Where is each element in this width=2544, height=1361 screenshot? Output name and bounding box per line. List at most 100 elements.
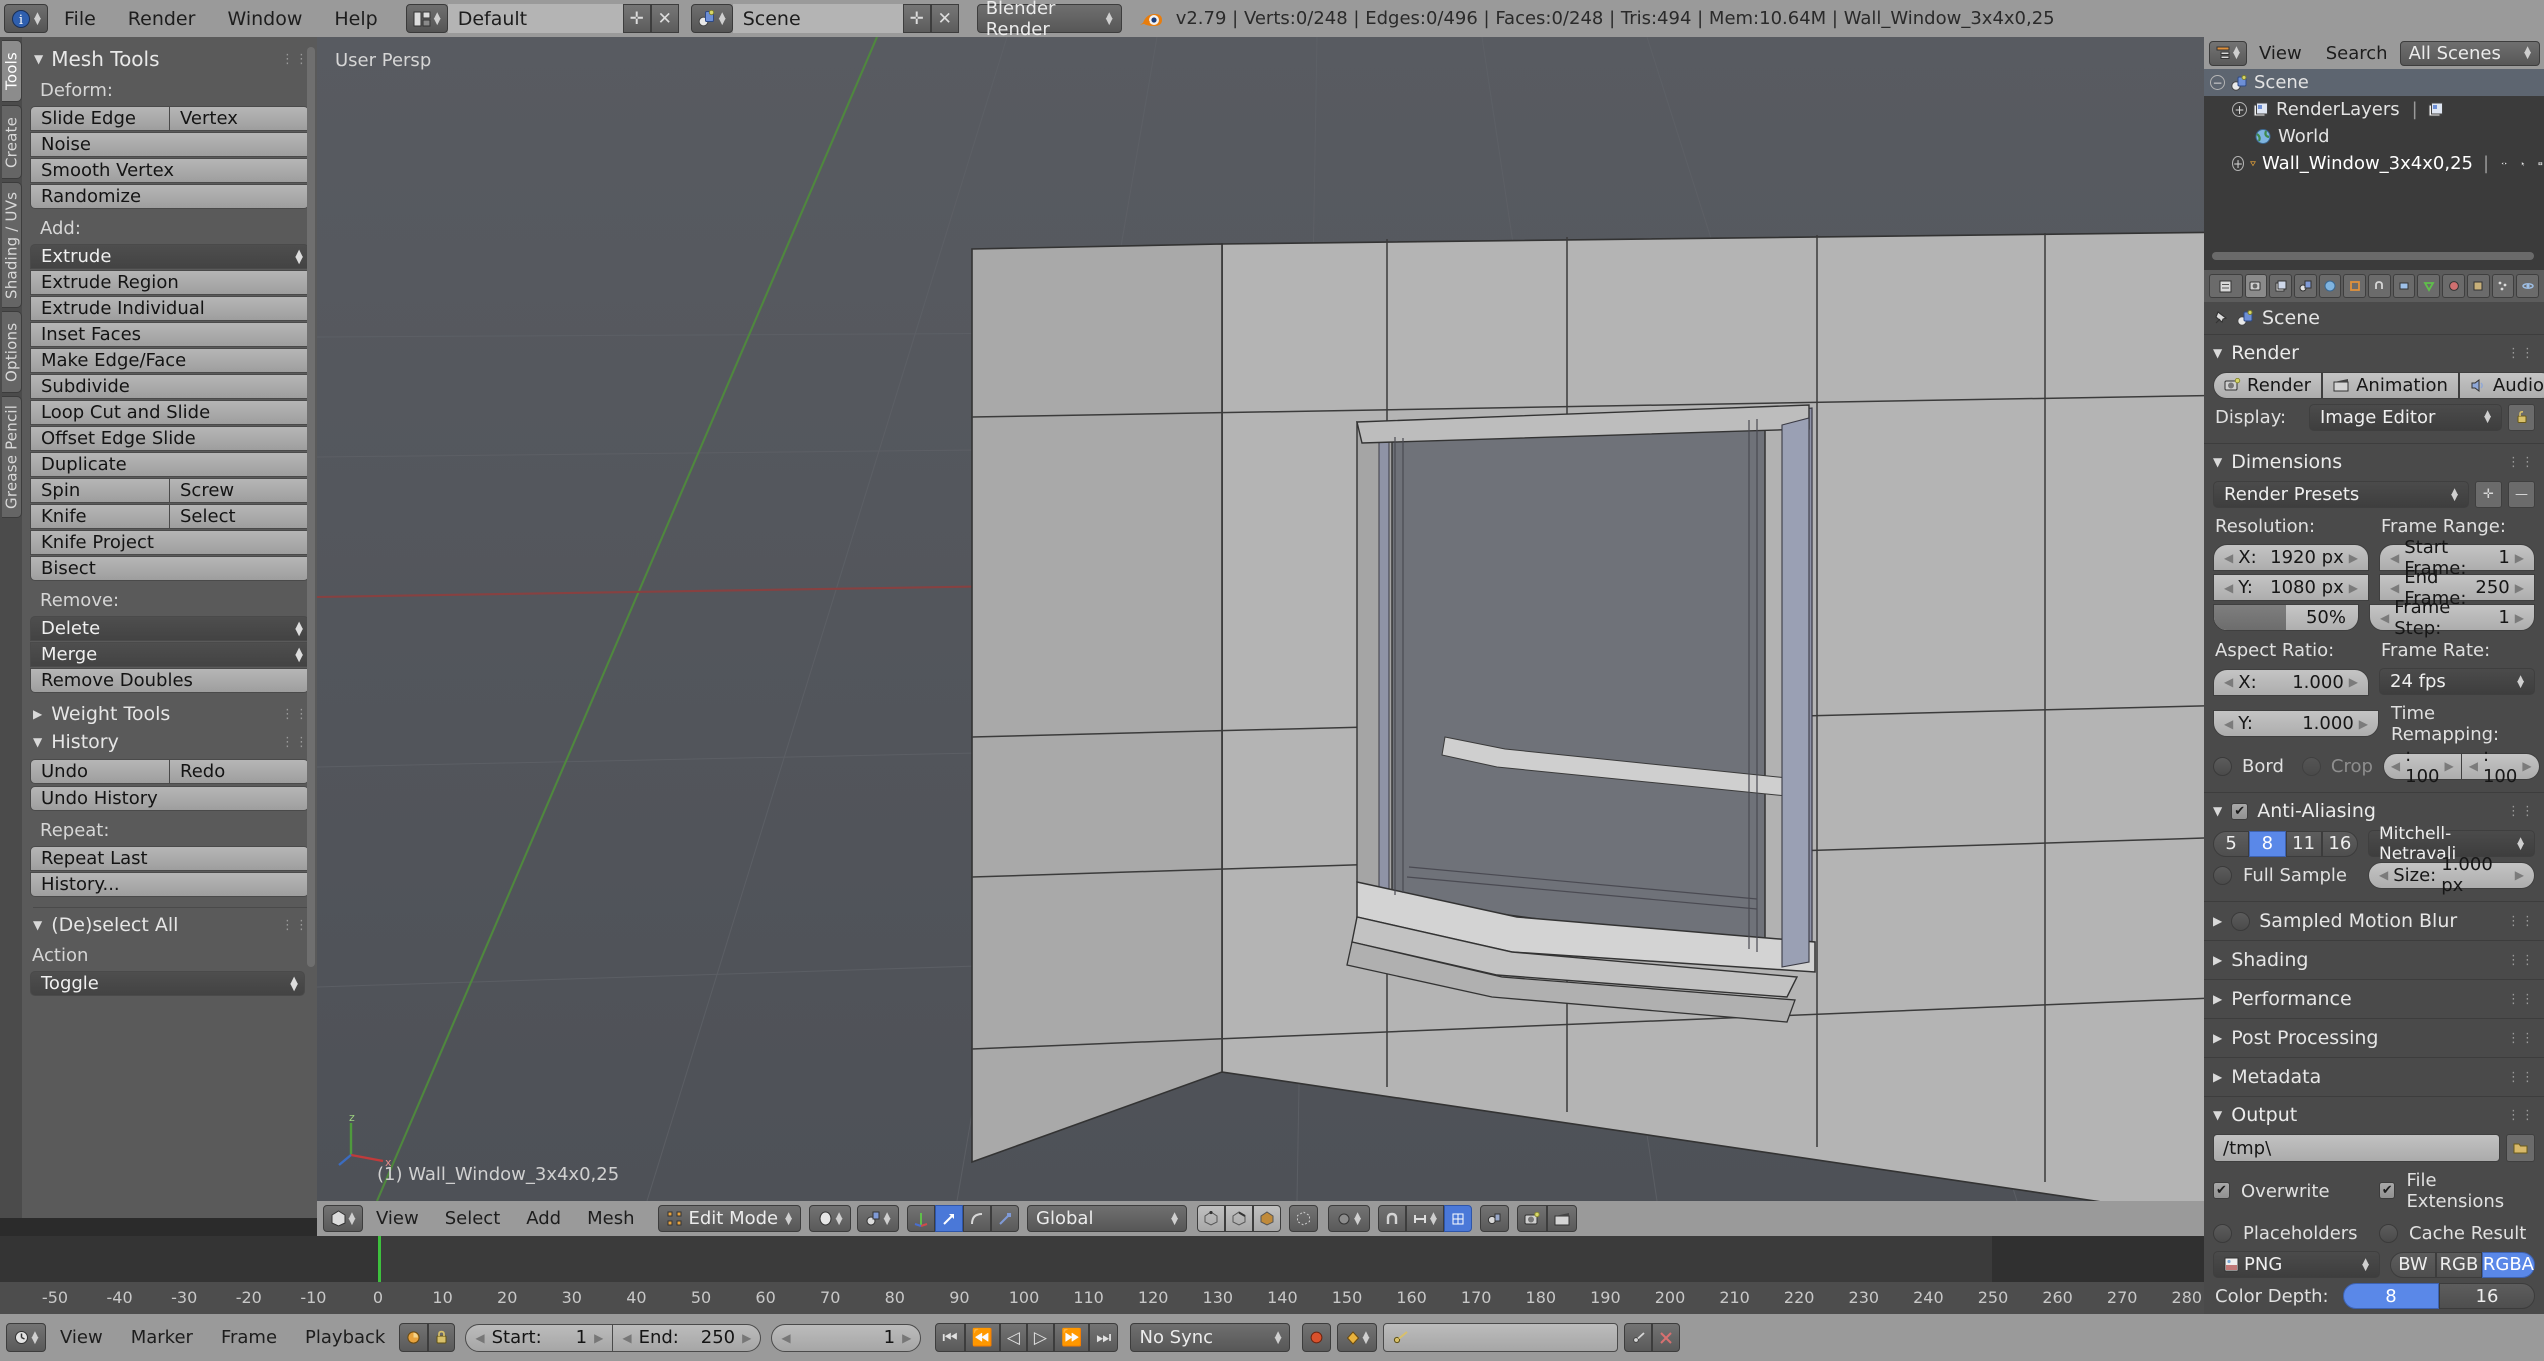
btn-extrude-region[interactable]: Extrude Region: [30, 270, 309, 295]
viewport-menu-select[interactable]: Select: [432, 1208, 514, 1229]
browse-folder-button[interactable]: [2506, 1134, 2535, 1162]
info-editor-type-button[interactable]: i ▲ ▼: [4, 4, 48, 33]
vertex-select-button[interactable]: [1197, 1205, 1226, 1232]
aspect-x-field[interactable]: ◀ X: 1.000 ▶: [2213, 668, 2369, 696]
camera-icon[interactable]: [2538, 156, 2544, 171]
decrement-arrow-icon[interactable]: ◀: [2224, 675, 2233, 689]
decrement-arrow-icon[interactable]: ◀: [2224, 551, 2233, 565]
viewport-shading-button[interactable]: ▲ ▼: [809, 1205, 852, 1232]
tab-render-layers[interactable]: [2269, 274, 2292, 298]
playhead-line[interactable]: [378, 1236, 381, 1282]
delete-scene-button[interactable]: ✕: [930, 4, 959, 33]
aa-size-field[interactable]: ◀ Size: 1.000 px ▶: [2368, 854, 2535, 896]
aa-sample-5[interactable]: 5: [2213, 830, 2250, 857]
btn-smooth-vertex[interactable]: Smooth Vertex: [30, 158, 309, 183]
action-dropdown[interactable]: Toggle ▲ ▼: [30, 971, 305, 996]
btn-repeat-last[interactable]: Repeat Last: [30, 846, 309, 871]
btn-history[interactable]: History...: [30, 872, 309, 897]
editor-type-button[interactable]: ▲ ▼: [323, 1205, 363, 1232]
color-mode-rgba[interactable]: RGBA: [2481, 1251, 2535, 1278]
output-section-header[interactable]: ▼ Output ⋮⋮: [2204, 1096, 2544, 1131]
frame-rate-dropdown[interactable]: 24 fps ▲ ▼: [2379, 668, 2535, 695]
start-frame-field[interactable]: ◀ Start: 1 ▶: [465, 1323, 614, 1352]
lock-time-button[interactable]: [428, 1323, 456, 1352]
sync-mode-dropdown[interactable]: No Sync ▲ ▼: [1130, 1323, 1291, 1352]
timeline-editor-type-button[interactable]: ▲ ▼: [6, 1323, 46, 1352]
increment-arrow-icon[interactable]: ▶: [2515, 551, 2524, 565]
menu-file[interactable]: File: [48, 8, 112, 30]
increment-arrow-icon[interactable]: ▶: [2359, 717, 2368, 731]
performance-section[interactable]: ▶ Performance ⋮⋮: [2204, 979, 2544, 1018]
color-depth-16[interactable]: 16: [2439, 1283, 2535, 1309]
display-lock-button[interactable]: [2508, 403, 2535, 431]
jump-to-start-button[interactable]: ⏮: [935, 1323, 965, 1352]
btn-knife[interactable]: Knife: [30, 504, 169, 529]
increment-arrow-icon[interactable]: ▶: [2349, 675, 2358, 689]
viewport-menu-mesh[interactable]: Mesh: [574, 1208, 647, 1229]
tab-create[interactable]: Create: [2, 105, 22, 179]
tab-physics[interactable]: [2516, 274, 2539, 298]
aa-sample-16[interactable]: 16: [2321, 830, 2358, 857]
overwrite-checkbox[interactable]: ✔: [2213, 1182, 2230, 1199]
crop-toggle[interactable]: [2301, 756, 2321, 776]
timeline-menu-playback[interactable]: Playback: [291, 1327, 399, 1348]
end-frame-field[interactable]: ◀ End: 250 ▶: [613, 1323, 762, 1352]
resolution-percentage-slider[interactable]: 50%: [2213, 604, 2359, 631]
screen-layout-name[interactable]: Default: [447, 4, 623, 33]
decrement-arrow-icon[interactable]: ◀: [2391, 759, 2400, 773]
play-button[interactable]: ▷: [1026, 1323, 1054, 1352]
btn-remove-doubles[interactable]: Remove Doubles: [30, 668, 309, 693]
proportional-edit-button[interactable]: ▲ ▼: [1328, 1205, 1371, 1232]
increment-arrow-icon[interactable]: ▶: [594, 1331, 603, 1345]
add-preset-button[interactable]: ✛: [2475, 481, 2502, 508]
placeholders-toggle[interactable]: [2213, 1223, 2232, 1243]
outliner-editor[interactable]: ▲ ▼ View Search All Scenes ▲ ▼ − Scene + R…: [2204, 37, 2544, 270]
mesh-tools-panel-header[interactable]: ▼ Mesh Tools ⋮⋮: [34, 47, 309, 71]
outliner-row-renderlayers[interactable]: + RenderLayers |: [2204, 96, 2544, 123]
resolution-y-field[interactable]: ◀ Y: 1080 px ▶: [2213, 574, 2369, 601]
tab-particles[interactable]: [2491, 274, 2515, 298]
motion-blur-toggle[interactable]: [2231, 911, 2251, 931]
btn-slide-edge[interactable]: Slide Edge: [30, 106, 169, 131]
aspect-y-field[interactable]: ◀ Y: 1.000 ▶: [2213, 710, 2379, 737]
keying-set-field[interactable]: [1383, 1323, 1619, 1352]
increment-arrow-icon[interactable]: ▶: [2444, 759, 2453, 773]
outliner-menu-view[interactable]: View: [2247, 43, 2314, 64]
limit-selection-button[interactable]: [1289, 1205, 1319, 1232]
aa-sample-11[interactable]: 11: [2285, 830, 2322, 857]
outliner-editor-type-button[interactable]: ▲ ▼: [2209, 40, 2247, 66]
btn-delete[interactable]: Delete ▲ ▼: [30, 616, 309, 641]
btn-subdivide[interactable]: Subdivide: [30, 374, 309, 399]
timeline-menu-marker[interactable]: Marker: [117, 1327, 207, 1348]
toolshelf-scrollbar[interactable]: [307, 47, 315, 967]
btn-extrude-active[interactable]: Extrude ▲ ▼: [30, 244, 309, 269]
face-select-button[interactable]: [1253, 1205, 1282, 1232]
delete-layout-button[interactable]: ✕: [650, 4, 679, 33]
sampled-motion-blur-section[interactable]: ▶ Sampled Motion Blur ⋮⋮: [2204, 901, 2544, 940]
tab-texture[interactable]: [2466, 274, 2490, 298]
timeline-ruler[interactable]: -50 -40 -30 -20 -10 0 10 20 30 40 50 60 70 80 90 100 110…: [0, 1282, 2204, 1314]
history-header[interactable]: ▼ History ⋮⋮: [33, 731, 309, 753]
scene-selector-icon-button[interactable]: ▲ ▼: [690, 4, 733, 33]
weight-tools-header[interactable]: ▶ Weight Tools ⋮⋮: [33, 703, 309, 725]
increment-arrow-icon[interactable]: ▶: [2349, 551, 2358, 565]
record-button[interactable]: [1302, 1323, 1332, 1352]
transform-orientation-selector[interactable]: Global ▲ ▼: [1027, 1205, 1188, 1232]
outliner-horizontal-scrollbar[interactable]: [2212, 252, 2534, 260]
increment-arrow-icon[interactable]: ▶: [2515, 611, 2524, 625]
viewport-menu-view[interactable]: View: [363, 1208, 432, 1229]
anti-aliasing-section-header[interactable]: ▼ ✔ Anti-Aliasing ⋮⋮: [2204, 792, 2544, 827]
btn-select[interactable]: Select: [169, 504, 309, 529]
previous-keyframe-button[interactable]: ⏪: [964, 1323, 1000, 1352]
tab-grease-pencil[interactable]: Grease Pencil: [2, 396, 22, 518]
tab-modifiers[interactable]: [2392, 274, 2416, 298]
outliner-row-object[interactable]: + Wall_Window_3x4x0,25 |: [2204, 150, 2544, 177]
btn-inset-faces[interactable]: Inset Faces: [30, 322, 309, 347]
btn-merge[interactable]: Merge ▲ ▼: [30, 642, 309, 667]
tab-scene[interactable]: [2293, 274, 2317, 298]
btn-knife-project[interactable]: Knife Project: [30, 530, 309, 555]
btn-undo[interactable]: Undo: [30, 759, 169, 784]
increment-arrow-icon[interactable]: ▶: [902, 1331, 911, 1345]
delete-keyframe-button[interactable]: [1652, 1323, 1681, 1352]
tab-options[interactable]: Options: [2, 311, 22, 393]
